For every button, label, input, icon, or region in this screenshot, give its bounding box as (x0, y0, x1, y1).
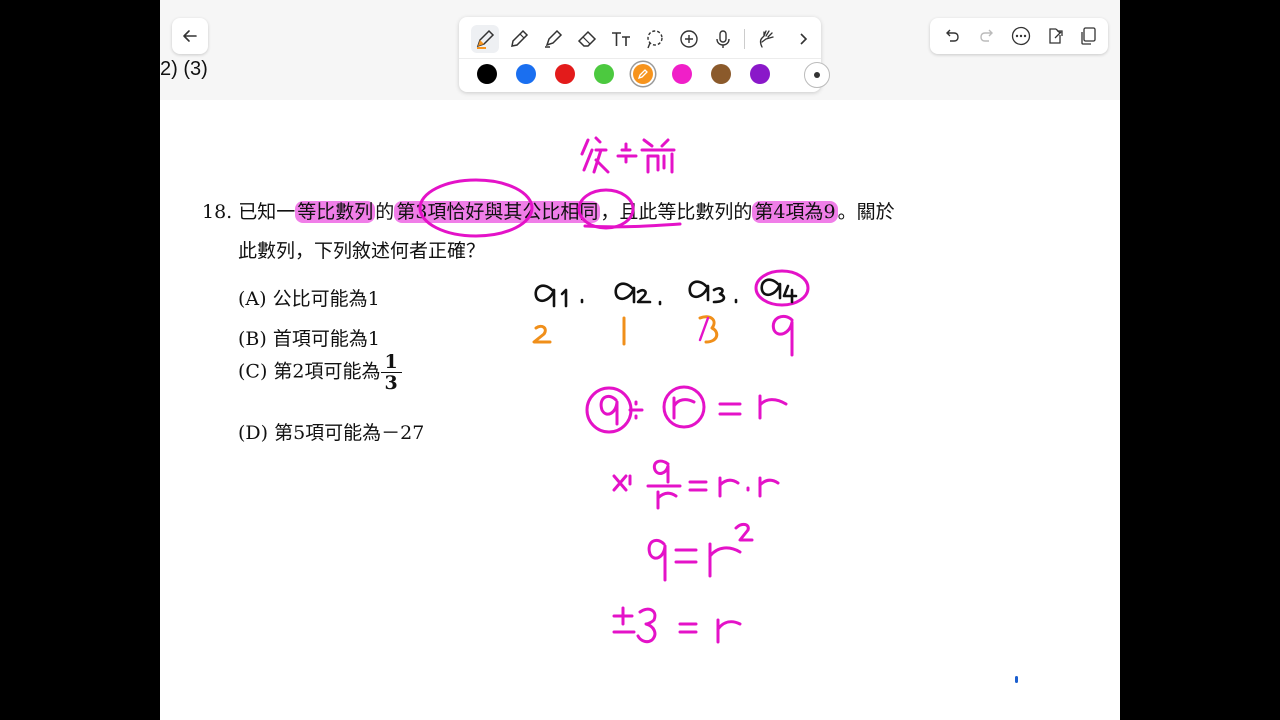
arrow-left-icon (183, 30, 197, 42)
color-swatch[interactable] (711, 64, 731, 84)
underline-common-ratio (583, 222, 682, 229)
option-c-fraction: 13 (380, 352, 402, 394)
handwritten-eq2-left (612, 474, 632, 492)
color-swatch[interactable] (477, 64, 497, 84)
text-icon[interactable] (607, 25, 635, 53)
pen-icon[interactable] (471, 25, 499, 53)
fraction-numerator: 1 (380, 352, 402, 373)
toolbar-separator (744, 29, 745, 49)
stray-mark (1015, 676, 1018, 683)
handwritten-equals-3 (674, 548, 698, 564)
handwritten-a1 (534, 284, 584, 308)
undo-icon[interactable] (940, 24, 964, 48)
highlight-fourth-term: 第4項為9 (752, 201, 838, 223)
page-reference-text: 2) (3) (160, 58, 208, 80)
option-b: (B) 首項可能為1 (238, 328, 380, 350)
handwritten-r-1 (672, 396, 696, 420)
question-text-1: 已知一 (238, 201, 296, 223)
more-icon[interactable] (1009, 24, 1033, 48)
circle-a4 (754, 269, 810, 307)
chevron-right-icon[interactable] (789, 25, 817, 53)
color-swatch[interactable] (594, 64, 614, 84)
handwritten-exponent-2 (734, 522, 754, 542)
document-toolbar (930, 18, 1108, 54)
color-swatch[interactable] (516, 64, 536, 84)
export-icon[interactable] (1043, 24, 1067, 48)
highlight-third-term: 第3項恰好與其公比相同 (394, 201, 601, 223)
lasso-icon[interactable] (641, 25, 669, 53)
color-swatch[interactable] (633, 64, 653, 84)
handwritten-orange-two (532, 324, 552, 344)
question-number: 18. (202, 201, 233, 223)
handwritten-nine-3 (647, 538, 667, 582)
redo-icon[interactable] (975, 24, 999, 48)
handwritten-a3 (688, 280, 738, 304)
color-swatch[interactable] (555, 64, 575, 84)
handwritten-divide-1 (628, 400, 644, 420)
hand-draw-icon[interactable] (753, 25, 781, 53)
highlighter-icon[interactable] (539, 25, 567, 53)
handwritten-equals-4 (678, 622, 698, 634)
handwritten-a4 (760, 278, 798, 304)
handwritten-r-denominator (656, 490, 678, 510)
toolbar-divider (459, 58, 821, 59)
color-swatch[interactable] (750, 64, 770, 84)
pencil-icon[interactable] (505, 25, 533, 53)
handwritten-orange-three (698, 315, 719, 344)
handwritten-r-2 (758, 394, 788, 420)
top-bar: 2) (3) (160, 0, 1120, 100)
option-c-text: (C) 第2項可能為 (238, 360, 381, 383)
eraser-icon[interactable] (573, 25, 601, 53)
highlight-geometric-sequence: 等比數列 (295, 201, 376, 223)
handwritten-nine-1 (599, 394, 619, 426)
question-text-4: 。關於 (837, 201, 895, 223)
add-icon[interactable] (675, 25, 703, 53)
question-line-1: 18. 已知一 等比數列的第3項恰好與其公比相同 ，且此等比數列的 第4項為9 。關於 (202, 197, 895, 224)
handwritten-r-5 (708, 542, 742, 578)
handwritten-r-6 (716, 618, 742, 644)
question-line-2: 此數列，下列敘述何者正確？ (238, 240, 486, 262)
circle-nine (585, 386, 633, 434)
pen-size-button[interactable] (804, 62, 830, 88)
handwritten-equals-1 (718, 402, 742, 416)
handwritten-three (636, 607, 657, 644)
question-text-2: 的 (375, 201, 395, 223)
handwritten-heading (580, 136, 676, 174)
note-canvas[interactable]: 2) (3) 18. 已知一 等比數列 的 第3項恰好與其公比相同 ，且此等比數… (160, 0, 1120, 720)
question-text-3: ，且此等比數列的 (600, 201, 753, 223)
microphone-icon[interactable] (709, 25, 737, 53)
option-d: (D) 第5項可能為－27 (238, 422, 425, 444)
handwritten-nine-2 (652, 459, 670, 484)
handwritten-equals-2 (688, 480, 708, 492)
back-button[interactable] (172, 18, 208, 54)
fraction-denominator: 3 (384, 372, 398, 394)
option-c: (C) 第2項可能為 1 3 (238, 352, 402, 393)
circle-r (662, 385, 706, 429)
pen-icon (637, 69, 648, 80)
handwritten-r-4 (758, 476, 780, 498)
handwritten-r-3 (718, 476, 740, 498)
handwritten-a2 (614, 282, 662, 306)
option-a: (A) 公比可能為1 (238, 288, 380, 310)
pages-icon[interactable] (1076, 24, 1100, 48)
handwritten-nine-bottom (771, 314, 794, 357)
handwritten-plus-minus (612, 606, 636, 634)
handwritten-strike (698, 316, 710, 342)
drawing-toolbar (459, 17, 830, 92)
color-swatch[interactable] (672, 64, 692, 84)
dot-icon (814, 72, 820, 78)
